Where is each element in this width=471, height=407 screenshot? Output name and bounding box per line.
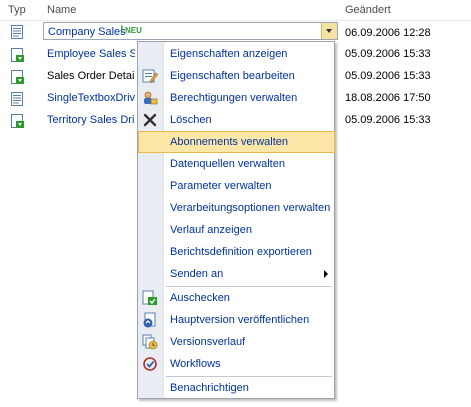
document-library-view: Typ Name Geändert 06.09.2006 12:28 Compa… (0, 0, 471, 407)
item-context-menu: Eigenschaften anzeigen Eigenschaften bea… (137, 41, 335, 399)
menu-item-label: Parameter verwalten (170, 180, 272, 192)
menu-item-label: Senden an (170, 268, 224, 280)
menu-item-version-history[interactable]: Versionsverlauf (138, 331, 334, 353)
menu-item-workflows[interactable]: Workflows (138, 353, 334, 375)
menu-item-label: Auschecken (170, 292, 230, 304)
column-header-type[interactable]: Typ (8, 4, 26, 16)
report-doc-icon (11, 25, 23, 42)
row-name-link[interactable]: SingleTextboxDrive (47, 92, 135, 104)
selected-item-box[interactable]: Company Sales ! NEU (43, 22, 338, 40)
row-date: 06.09.2006 12:28 (345, 27, 431, 39)
menu-item-delete[interactable]: Löschen (138, 109, 334, 131)
row-name-link[interactable]: Sales Order Detail (47, 70, 135, 82)
menu-item-label: Benachrichtigen (170, 382, 249, 394)
menu-item-manage-subscriptions[interactable]: Abonnements verwalten (138, 131, 335, 153)
menu-item-manage-data-sources[interactable]: Datenquellen verwalten (138, 153, 334, 175)
new-badge: NEU (125, 26, 142, 35)
menu-item-manage-parameters[interactable]: Parameter verwalten (138, 175, 334, 197)
row-date: 05.09.2006 15:33 (345, 48, 431, 60)
menu-item-view-properties[interactable]: Eigenschaften anzeigen (138, 43, 334, 65)
menu-item-label: Versionsverlauf (170, 336, 246, 348)
row-name-link[interactable]: Territory Sales Drill (47, 114, 135, 126)
submenu-arrow-icon (324, 270, 328, 278)
menu-item-label: Hauptversion veröffentlichen (170, 314, 310, 326)
menu-item-edit-properties[interactable]: Eigenschaften bearbeiten (138, 65, 334, 87)
report-model-icon (11, 114, 25, 132)
menu-item-view-history[interactable]: Verlauf anzeigen (138, 219, 334, 241)
publish-icon (142, 312, 158, 328)
item-menu-dropdown-button[interactable] (321, 23, 337, 39)
chevron-down-icon (326, 29, 332, 33)
edit-properties-icon (142, 68, 158, 84)
menu-item-label: Verarbeitungsoptionen verwalten (170, 202, 331, 214)
menu-item-send-to[interactable]: Senden an (138, 263, 334, 285)
menu-item-publish-major-version[interactable]: Hauptversion veröffentlichen (138, 309, 334, 331)
menu-item-processing-options[interactable]: Verarbeitungsoptionen verwalten (138, 197, 334, 219)
menu-item-check-out[interactable]: Auschecken (138, 287, 334, 309)
menu-item-alert-me[interactable]: Benachrichtigen (138, 377, 334, 399)
report-model-icon (11, 70, 25, 88)
column-header-row: Typ Name Geändert (0, 0, 471, 21)
menu-item-label: Abonnements verwalten (170, 136, 289, 148)
report-model-icon (11, 48, 25, 66)
column-header-changed[interactable]: Geändert (345, 4, 391, 16)
menu-item-label: Eigenschaften bearbeiten (170, 70, 295, 82)
checkout-icon (142, 290, 158, 306)
new-mark-icon: ! (120, 24, 124, 36)
row-name-link[interactable]: Company Sales (48, 26, 126, 38)
menu-item-label: Workflows (170, 358, 221, 370)
permissions-icon (142, 90, 158, 106)
menu-item-label: Datenquellen verwalten (170, 158, 285, 170)
row-date: 05.09.2006 15:33 (345, 114, 431, 126)
menu-item-label: Berichtsdefinition exportieren (170, 246, 312, 258)
row-date: 05.09.2006 15:33 (345, 70, 431, 82)
column-header-name[interactable]: Name (47, 4, 76, 16)
row-date: 18.08.2006 17:50 (345, 92, 431, 104)
report-doc-icon (11, 92, 23, 109)
workflow-icon (142, 356, 158, 372)
row-name-link[interactable]: Employee Sales Su (47, 48, 135, 60)
version-history-icon (142, 334, 158, 350)
delete-x-icon (142, 112, 158, 128)
menu-item-label: Eigenschaften anzeigen (170, 48, 288, 60)
menu-item-export-report-definition[interactable]: Berichtsdefinition exportieren (138, 241, 334, 263)
menu-item-label: Verlauf anzeigen (170, 224, 252, 236)
menu-item-manage-permissions[interactable]: Berechtigungen verwalten (138, 87, 334, 109)
menu-item-label: Löschen (170, 114, 212, 126)
menu-item-label: Berechtigungen verwalten (170, 92, 298, 104)
